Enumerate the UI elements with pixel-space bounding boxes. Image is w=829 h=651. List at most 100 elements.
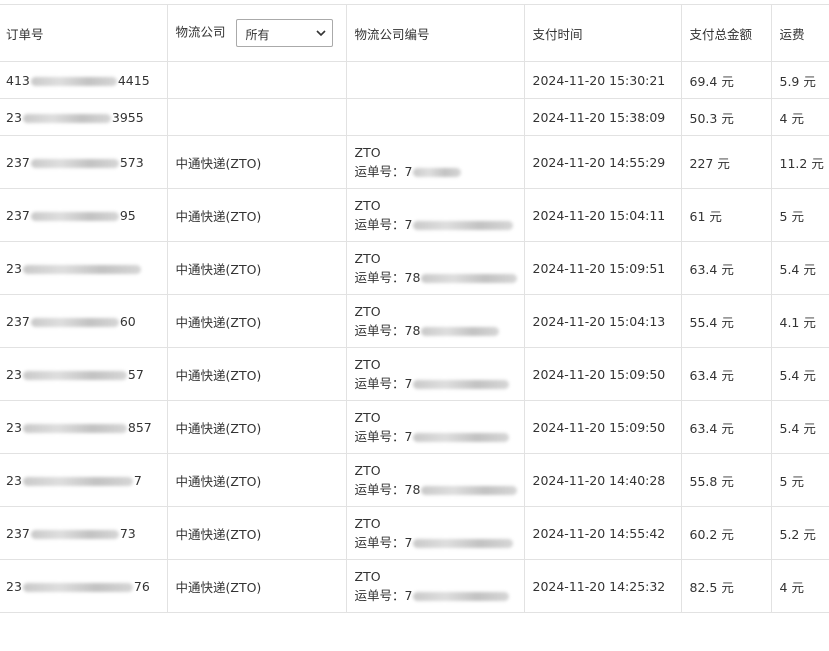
company-code-cell: ZTO 运单号：7: [345, 400, 525, 454]
company-cell: 中通快递(ZTO): [166, 135, 347, 189]
currency-unit: 元: [721, 314, 734, 330]
pay-time-cell: 2024-11-20 14:40:28: [523, 453, 682, 507]
shipping-cell: 5.4 元: [770, 241, 829, 295]
amount-value: 63.4: [689, 367, 718, 383]
shipping-cell: 4.1 元: [770, 294, 829, 348]
order-no-cell: 237 73: [0, 506, 168, 560]
order-no-cell: 23 57: [0, 347, 168, 401]
table-row: 23 857 中通快递(ZTO) ZTO 运单号：7 2024-11-20 15:…: [0, 400, 829, 454]
shipping-value: 4: [779, 579, 788, 595]
header-company-code: 物流公司编号: [345, 4, 525, 62]
shipping-value: 4: [779, 110, 788, 126]
order-no-start: 23: [6, 109, 22, 125]
company-code-text: ZTO: [354, 516, 381, 531]
amount-value: 63.4: [689, 261, 718, 277]
table-row: 23 76 中通快递(ZTO) ZTO 运单号：7 2024-11-20 14:2…: [0, 559, 829, 613]
shipping-cell: 11.2 元: [770, 135, 829, 189]
order-no-start: 23: [6, 578, 22, 594]
waybill-label: 运单号：: [354, 588, 405, 603]
amount-cell: 63.4 元: [680, 241, 772, 295]
shipping-cell: 4元: [770, 559, 829, 613]
redacted-order-blur: [30, 529, 119, 539]
currency-unit: 元: [721, 579, 734, 595]
amount-cell: 60.2 元: [680, 506, 772, 560]
pay-time-cell: 2024-11-20 14:55:42: [523, 506, 682, 560]
redacted-order-blur: [22, 476, 133, 486]
company-code-text: ZTO: [354, 463, 381, 478]
redacted-waybill-blur: [421, 486, 518, 495]
order-no-end: 95: [119, 207, 136, 223]
waybill-label: 运单号：: [354, 482, 405, 497]
waybill-number-start: 78: [404, 323, 421, 338]
company-filter-select[interactable]: 所有: [235, 19, 333, 47]
redacted-waybill-blur: [421, 327, 500, 336]
amount-value: 63.4: [689, 420, 718, 436]
table-row: 237 60 中通快递(ZTO) ZTO 运单号：78 2024-11-20 15…: [0, 294, 829, 348]
currency-unit: 元: [721, 110, 734, 126]
pay-time-cell: 2024-11-20 15:09:51: [523, 241, 682, 295]
currency-unit: 元: [803, 314, 816, 330]
currency-unit: 元: [721, 73, 734, 89]
chevron-down-icon: [315, 30, 326, 37]
waybill-number-start: 7: [404, 535, 413, 550]
shipping-value: 5.4: [779, 367, 800, 383]
order-no-cell: 23 76: [0, 559, 168, 613]
company-code-text: ZTO: [354, 357, 381, 372]
waybill-number-start: 7: [404, 429, 413, 444]
order-no-cell: 237 95: [0, 188, 168, 242]
redacted-order-blur: [30, 211, 119, 221]
redacted-order-blur: [30, 76, 117, 86]
header-total-amount: 支付总金额: [680, 4, 772, 62]
header-company: 物流公司 所有: [166, 4, 347, 62]
waybill-number-start: 7: [404, 217, 413, 232]
amount-cell: 50.3 元: [680, 98, 772, 136]
waybill-number-start: 78: [404, 270, 421, 285]
order-no-start: 237: [6, 525, 30, 541]
redacted-order-blur: [22, 370, 127, 380]
company-code-text: ZTO: [354, 410, 381, 425]
header-pay-time: 支付时间: [523, 4, 682, 62]
shipping-value: 5.4: [779, 261, 800, 277]
header-order-no: 订单号: [0, 4, 168, 62]
redacted-order-blur: [30, 158, 119, 168]
amount-value: 227: [689, 155, 714, 171]
order-no-end: 7: [133, 472, 142, 488]
order-no-cell: 237 573: [0, 135, 168, 189]
pay-time-cell: 2024-11-20 14:25:32: [523, 559, 682, 613]
waybill-number-start: 7: [404, 164, 413, 179]
amount-value: 55.8: [689, 473, 718, 489]
company-code-text: ZTO: [354, 304, 381, 319]
shipping-value: 4.1: [779, 314, 800, 330]
waybill-label: 运单号：: [354, 376, 405, 391]
waybill-number-start: 7: [404, 588, 413, 603]
redacted-waybill-blur: [413, 592, 510, 601]
waybill-label: 运单号：: [354, 323, 405, 338]
waybill-label: 运单号：: [354, 535, 405, 550]
company-cell: [166, 61, 347, 99]
waybill-label: 运单号：: [354, 429, 405, 444]
pay-time-cell: 2024-11-20 15:04:11: [523, 188, 682, 242]
company-code-cell: ZTO 运单号：78: [345, 241, 525, 295]
amount-cell: 55.8 元: [680, 453, 772, 507]
pay-time-cell: 2024-11-20 15:09:50: [523, 400, 682, 454]
company-filter-value: 所有: [245, 28, 270, 42]
company-code-cell: ZTO 运单号：78: [345, 453, 525, 507]
currency-unit: 元: [803, 261, 816, 277]
amount-value: 82.5: [689, 579, 718, 595]
table-row: 237 95 中通快递(ZTO) ZTO 运单号：7 2024-11-20 15:…: [0, 188, 829, 242]
company-code-cell: [345, 61, 525, 99]
company-cell: 中通快递(ZTO): [166, 559, 347, 613]
amount-value: 60.2: [689, 526, 718, 542]
currency-unit: 元: [791, 473, 804, 489]
order-no-end: 57: [127, 366, 144, 382]
amount-cell: 69.4 元: [680, 61, 772, 99]
currency-unit: 元: [721, 261, 734, 277]
order-no-cell: 413 4415: [0, 61, 168, 99]
order-no-start: 237: [6, 313, 30, 329]
company-code-text: ZTO: [354, 198, 381, 213]
table-row: 413 4415 2024-11-20 15:30:21 69.4 元 5.9 元: [0, 61, 829, 99]
shipping-cell: 5.2 元: [770, 506, 829, 560]
header-company-label: 物流公司: [175, 24, 226, 40]
order-no-end: 60: [119, 313, 136, 329]
order-no-start: 23: [6, 419, 22, 435]
